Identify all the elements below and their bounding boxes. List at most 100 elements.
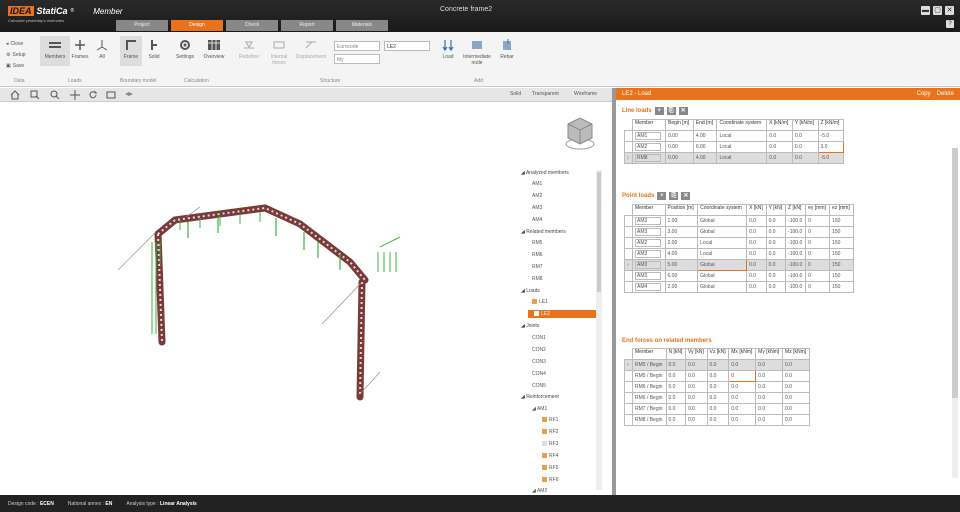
tree-loads-header[interactable]: ◢ Loads bbox=[521, 288, 540, 294]
cell[interactable]: 0 bbox=[728, 370, 757, 382]
tree-related-header[interactable]: ◢ Related members bbox=[521, 229, 566, 235]
cell[interactable]: Global bbox=[697, 226, 748, 238]
view-cube[interactable] bbox=[565, 117, 595, 150]
cell[interactable]: AM4 bbox=[632, 281, 666, 293]
checkbox-icon[interactable] bbox=[542, 417, 547, 423]
cell[interactable]: 150 bbox=[829, 248, 854, 260]
cell[interactable]: RM5 / Begin bbox=[632, 359, 667, 371]
tab-project[interactable]: Project bbox=[116, 20, 168, 31]
redefine-button[interactable]: Redefine bbox=[234, 38, 264, 60]
table-row[interactable]: AM2 0.00 6.00 Local 0.0 0.0 3.0 bbox=[624, 141, 845, 153]
tree-am1[interactable]: AM1 bbox=[532, 181, 542, 187]
cell[interactable]: 0.0 bbox=[765, 270, 787, 282]
cell[interactable]: 3.00 bbox=[664, 226, 699, 238]
cell[interactable]: 150 bbox=[829, 270, 854, 282]
cell[interactable]: 0.0 bbox=[791, 130, 819, 142]
maximize-button[interactable]: ▢ bbox=[933, 6, 942, 15]
member-select[interactable]: AM3 bbox=[635, 228, 661, 236]
type-select[interactable]: My bbox=[334, 54, 380, 64]
members-button[interactable]: Members bbox=[40, 36, 70, 66]
all-button[interactable]: All bbox=[92, 38, 112, 60]
member-select[interactable]: AM3 bbox=[635, 261, 661, 269]
cell[interactable]: 0.0 bbox=[746, 215, 767, 227]
cell[interactable]: -100.0 bbox=[785, 281, 807, 293]
cell[interactable]: Global bbox=[697, 215, 748, 227]
cell[interactable]: 0.00 bbox=[665, 152, 694, 164]
cell[interactable]: 0.0 bbox=[665, 414, 686, 426]
cell[interactable]: Local bbox=[716, 130, 768, 142]
cell[interactable]: AM3 bbox=[632, 248, 666, 260]
copy-icon[interactable]: ⎘ bbox=[666, 107, 676, 115]
cell[interactable]: 0 bbox=[805, 270, 831, 282]
cell[interactable]: 0.0 bbox=[782, 392, 810, 404]
cell[interactable]: 0.0 bbox=[755, 392, 784, 404]
cell[interactable]: 0.0 bbox=[684, 381, 708, 393]
tree-con4[interactable]: CON4 bbox=[532, 371, 546, 377]
cell[interactable]: 0.0 bbox=[765, 248, 787, 260]
table-row[interactable]: › AM3 5.00 Global 0.0 0.0 -100.0 0 150 bbox=[624, 259, 854, 271]
cell[interactable]: 0 bbox=[805, 215, 831, 227]
tree-rf3[interactable]: RF3 bbox=[542, 441, 558, 447]
add-icon[interactable]: + bbox=[657, 192, 667, 200]
cell[interactable]: 0.0 bbox=[684, 359, 708, 371]
cell[interactable]: 0.0 bbox=[706, 370, 730, 382]
cell[interactable]: 0.0 bbox=[755, 381, 784, 393]
cell[interactable]: 0.0 bbox=[665, 370, 686, 382]
cell[interactable]: 0.0 bbox=[746, 281, 767, 293]
member-select[interactable]: RM8 bbox=[635, 154, 661, 162]
tree-con5[interactable]: CON5 bbox=[532, 383, 546, 389]
cell[interactable]: 5.00 bbox=[664, 259, 699, 271]
checkbox-icon[interactable] bbox=[542, 441, 547, 447]
cell[interactable]: 0 bbox=[805, 281, 831, 293]
checkbox-icon[interactable] bbox=[542, 429, 547, 435]
panel-scrollbar[interactable] bbox=[952, 148, 958, 478]
rotate-icon[interactable] bbox=[88, 90, 98, 100]
tree-am3[interactable]: AM3 bbox=[532, 205, 542, 211]
cell[interactable]: AM3 bbox=[632, 259, 666, 271]
table-row[interactable]: › RM5 / Begin 0.0 0.0 0.0 0.0 0.0 0.0 bbox=[624, 359, 810, 371]
tree-rf2[interactable]: RF2 bbox=[542, 429, 558, 435]
table-row[interactable]: AM2 2.00 Local 0.0 0.0 -100.0 0 150 bbox=[624, 237, 854, 249]
cell[interactable]: 3.0 bbox=[817, 141, 845, 153]
table-row[interactable]: AM3 6.00 Global 0.0 0.0 -100.0 0 150 bbox=[624, 270, 854, 282]
tab-materials[interactable]: Materials bbox=[336, 20, 388, 31]
cell[interactable]: 0.0 bbox=[746, 226, 767, 238]
cell[interactable]: 0.0 bbox=[791, 141, 819, 153]
cell[interactable]: 0.0 bbox=[782, 370, 810, 382]
cell[interactable]: AM3 bbox=[632, 270, 666, 282]
cell[interactable]: 0.0 bbox=[765, 237, 787, 249]
save-button[interactable]: ▣ Save bbox=[6, 63, 24, 69]
cell[interactable]: 0.0 bbox=[755, 403, 784, 415]
tree-am2[interactable]: AM2 bbox=[532, 193, 542, 199]
tree-reinforcement-header[interactable]: ◢ Reinforcement bbox=[521, 394, 559, 400]
add-load-button[interactable]: Load bbox=[438, 38, 458, 60]
cell[interactable]: 0.0 bbox=[746, 237, 767, 249]
cell[interactable]: -100.0 bbox=[785, 237, 807, 249]
cell[interactable]: 0.0 bbox=[706, 381, 730, 393]
cell[interactable]: 0.0 bbox=[728, 403, 757, 415]
tree-con1[interactable]: CON1 bbox=[532, 335, 546, 341]
frame-button[interactable]: Frame bbox=[120, 36, 142, 66]
cell[interactable]: 0.0 bbox=[684, 370, 708, 382]
cell[interactable]: 0.0 bbox=[665, 403, 686, 415]
help-button[interactable]: ? bbox=[946, 20, 954, 28]
cell[interactable]: -100.0 bbox=[785, 270, 807, 282]
cell[interactable]: RM7 / Begin bbox=[632, 403, 667, 415]
tree-rf6[interactable]: RF6 bbox=[542, 477, 558, 483]
cell[interactable]: -100.0 bbox=[785, 248, 807, 260]
cell[interactable]: 6.00 bbox=[692, 141, 718, 153]
frames-button[interactable]: Frames bbox=[70, 38, 90, 60]
cell[interactable]: 0.0 bbox=[746, 259, 767, 271]
cell[interactable]: 0.0 bbox=[728, 392, 757, 404]
tree-rm5[interactable]: RM5 bbox=[532, 240, 543, 246]
checkbox-icon[interactable] bbox=[534, 311, 539, 317]
tree-joints-header[interactable]: ◢ Joints bbox=[521, 323, 539, 329]
tree-am4[interactable]: AM4 bbox=[532, 217, 542, 223]
cell[interactable]: 0.0 bbox=[766, 152, 793, 164]
member-select[interactable]: AM4 bbox=[635, 283, 661, 291]
cell[interactable]: RM6 / Begin bbox=[632, 381, 667, 393]
cell[interactable]: 0.0 bbox=[766, 130, 793, 142]
tree-rm7[interactable]: RM7 bbox=[532, 264, 543, 270]
copy-icon[interactable]: ⎘ bbox=[669, 192, 679, 200]
cell[interactable]: Global bbox=[697, 281, 748, 293]
